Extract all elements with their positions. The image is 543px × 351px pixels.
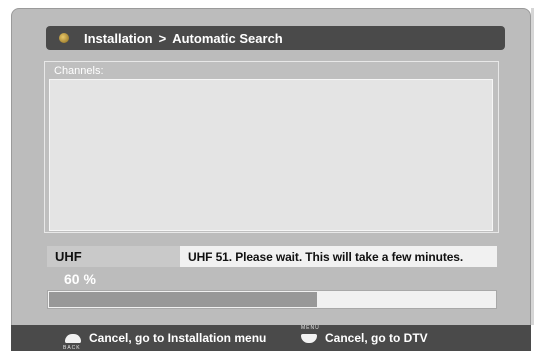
back-key-caption: BACK — [63, 344, 81, 351]
breadcrumb-root: Installation — [84, 30, 153, 46]
breadcrumb-separator: > — [158, 30, 167, 46]
scan-status-row: UHF UHF 51. Please wait. This will take … — [47, 246, 497, 267]
logo-icon — [59, 33, 69, 43]
menu-hint-label: Cancel, go to DTV — [325, 331, 428, 345]
menu-key-caption: MENU — [301, 324, 320, 331]
progress-bar — [47, 290, 497, 309]
back-hint-label: Cancel, go to Installation menu — [89, 331, 267, 345]
band-label: UHF — [47, 246, 180, 267]
progress-percent: 60 % — [64, 271, 96, 287]
breadcrumb-current: Automatic Search — [172, 30, 283, 46]
footer-bar: BACK Cancel, go to Installation menu MEN… — [11, 325, 531, 351]
back-hint[interactable]: BACK Cancel, go to Installation menu — [63, 325, 267, 351]
channels-list[interactable] — [49, 79, 493, 231]
back-key-icon: BACK — [63, 333, 81, 351]
channels-label: Channels: — [54, 65, 104, 77]
menu-key-icon: MENU — [301, 325, 319, 343]
progress-bar-fill — [49, 292, 317, 307]
title-bar: Installation > Automatic Search — [46, 26, 505, 50]
frame-edge — [531, 8, 534, 325]
menu-hint[interactable]: MENU Cancel, go to DTV — [301, 325, 428, 351]
scan-status-message: UHF 51. Please wait. This will take a fe… — [180, 246, 497, 267]
channels-panel: Channels: — [44, 61, 499, 233]
